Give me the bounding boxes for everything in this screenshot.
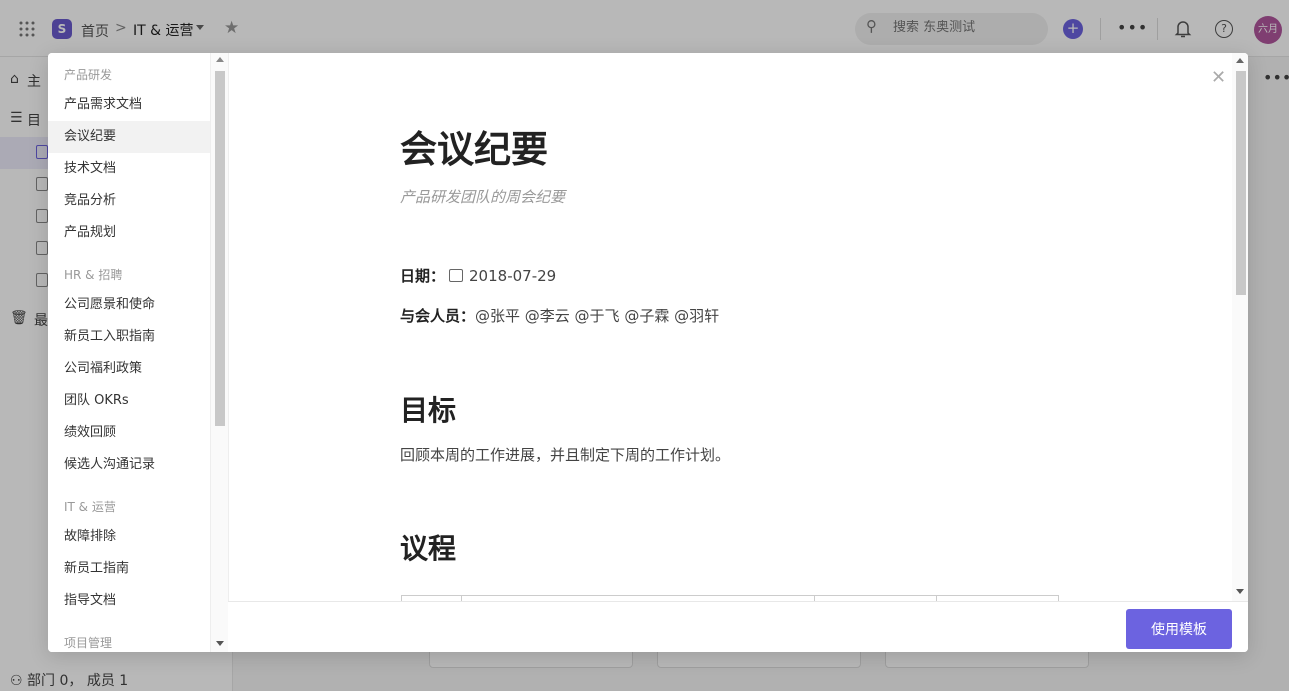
- template-list: 产品研发 产品需求文档 会议纪要 技术文档 竞品分析 产品规划 HR & 招聘 …: [48, 53, 228, 652]
- goal-text: 回顾本周的工作进展，并且制定下周的工作计划。: [400, 446, 731, 464]
- template-item[interactable]: 指导文档: [48, 585, 210, 617]
- template-item[interactable]: 新员工指南: [48, 553, 210, 585]
- date-label: 日期：: [400, 267, 446, 285]
- template-item[interactable]: 技术文档: [48, 153, 210, 185]
- template-group-title: 产品研发: [64, 68, 113, 82]
- scroll-down-icon[interactable]: [216, 641, 224, 646]
- template-group-title: HR & 招聘: [64, 268, 123, 282]
- scroll-up-icon[interactable]: [1236, 58, 1244, 63]
- template-group-title: IT & 运营: [64, 500, 116, 514]
- template-item[interactable]: 绩效回顾: [48, 417, 210, 449]
- template-item-selected[interactable]: 会议纪要: [48, 121, 210, 153]
- preview-title: 会议纪要: [400, 128, 548, 171]
- template-item[interactable]: 公司愿景和使命: [48, 289, 210, 321]
- template-list-scrollbar[interactable]: [210, 53, 228, 652]
- template-group-title: 项目管理: [64, 636, 113, 650]
- template-item[interactable]: 竞品分析: [48, 185, 210, 217]
- template-item[interactable]: 团队 OKRs: [48, 385, 210, 417]
- template-item-label: 会议纪要: [64, 129, 117, 144]
- template-preview: ✕ 会议纪要 产品研发团队的周会纪要 日期： 2018-07-29 与会人员：@张…: [228, 53, 1248, 601]
- close-icon[interactable]: ✕: [1211, 67, 1226, 88]
- meeting-attendees: 与会人员：@张平 @李云 @于飞 @子霖 @羽轩: [400, 305, 719, 326]
- preview-subtitle: 产品研发团队的周会纪要: [400, 188, 566, 206]
- calendar-icon: [449, 269, 464, 282]
- template-item[interactable]: 公司福利政策: [48, 353, 210, 385]
- scrollbar-thumb[interactable]: [215, 71, 225, 426]
- attendees-value: @张平 @李云 @于飞 @子霖 @羽轩: [475, 307, 720, 325]
- template-item[interactable]: 产品需求文档: [48, 89, 210, 121]
- scrollbar-thumb[interactable]: [1236, 71, 1246, 295]
- scroll-up-icon[interactable]: [216, 57, 224, 62]
- goal-heading: 目标: [400, 394, 457, 427]
- template-item[interactable]: 新员工入职指南: [48, 321, 210, 353]
- template-item[interactable]: 候选人沟通记录: [48, 449, 210, 481]
- attendees-label: 与会人员：: [400, 307, 476, 325]
- template-item[interactable]: 故障排除: [48, 521, 210, 553]
- preview-scrollbar[interactable]: [1232, 53, 1248, 601]
- date-value: 2018-07-29: [469, 267, 557, 285]
- template-item[interactable]: 产品规划: [48, 217, 210, 249]
- scroll-down-icon[interactable]: [1236, 589, 1244, 594]
- dialog-footer: 使用模板: [228, 601, 1248, 652]
- meeting-date: 日期： 2018-07-29: [400, 265, 556, 286]
- template-dialog: 产品研发 产品需求文档 会议纪要 技术文档 竞品分析 产品规划 HR & 招聘 …: [48, 53, 1248, 652]
- use-template-button[interactable]: 使用模板: [1126, 609, 1232, 649]
- agenda-heading: 议程: [400, 532, 457, 565]
